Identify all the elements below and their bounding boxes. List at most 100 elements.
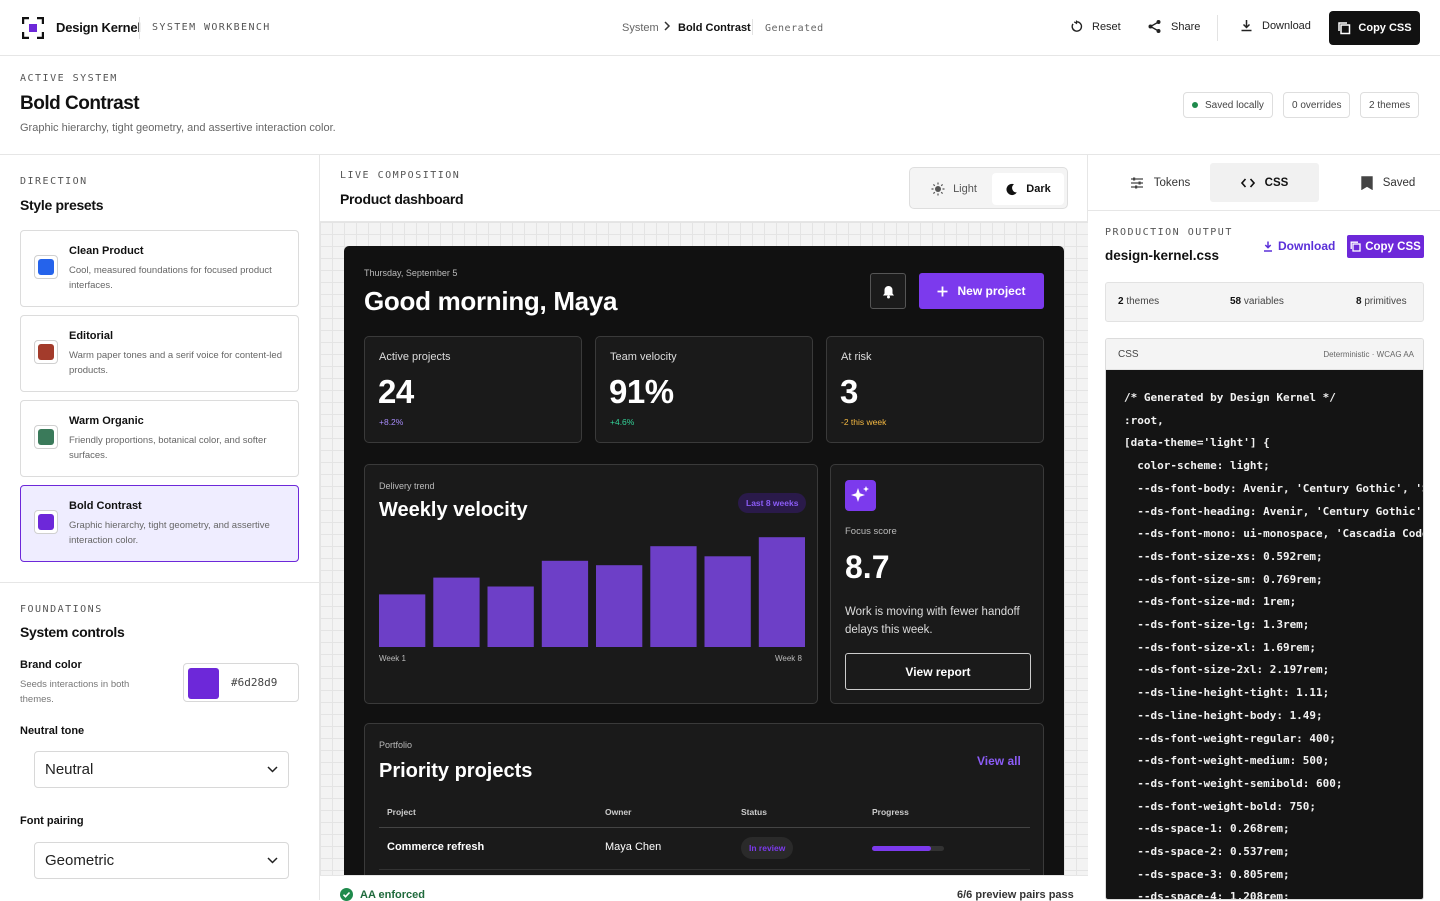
app-brand-name: Design Kernel [56,20,141,35]
code-line: --ds-font-size-2xl: 2.197rem; [1124,663,1330,677]
code-line: --ds-line-height-tight: 1.11; [1124,686,1330,700]
tab-saved-label: Saved [1382,176,1416,189]
preset-name: Editorial [69,330,114,342]
column-header-status[interactable]: Status [741,807,767,817]
code-line: --ds-font-heading: Avenir, 'Century Goth… [1124,504,1424,518]
notifications-button[interactable] [870,273,906,309]
stat-primitives: 8 primitives [1356,296,1407,307]
tab-tokens-label: Tokens [1153,176,1191,189]
preset-card-editorial[interactable]: Editorial Warm paper tones and a serif v… [20,315,299,392]
preset-name: Warm Organic [69,415,144,427]
font-pairing-select[interactable]: Geometric [34,842,289,879]
chart-bar-week-1 [379,594,426,647]
moon-icon [1005,183,1018,196]
copy-css-label: Copy CSS [1358,22,1412,34]
left-panel: DIRECTION Style presets Clean Product Co… [0,155,320,900]
reset-icon [1070,20,1083,33]
preset-color-chip [38,514,54,530]
tab-saved[interactable]: Saved [1338,163,1438,202]
code-line: --ds-font-weight-bold: 750; [1124,799,1317,813]
active-system-kicker: ACTIVE SYSTEM [20,73,118,84]
code-line: --ds-space-3: 0.805rem; [1124,867,1290,881]
breadcrumb-system-link[interactable]: System [622,22,659,34]
divider [1088,210,1440,211]
dashboard-greeting: Good morning, Maya [364,286,618,316]
system-description: Graphic hierarchy, tight geometry, and a… [20,122,336,134]
stat-label: At risk [841,351,872,363]
tab-css[interactable]: CSS [1210,163,1319,202]
generated-status: Generated [765,23,824,34]
share-label: Share [1171,20,1201,33]
range-badge[interactable]: Last 8 weeks [738,493,807,513]
stat-value: 24 [378,373,414,410]
light-theme-option[interactable]: Light [915,173,993,205]
copy-css-output-label: Copy CSS [1365,240,1421,253]
stat-themes: 2 themes [1118,296,1159,307]
bell-icon [882,285,895,299]
top-bar: Design Kernel SYSTEM WORKBENCH System Bo… [0,0,1440,56]
preset-card-clean-product[interactable]: Clean Product Cool, measured foundations… [20,230,299,307]
saved-status-badge: Saved locally [1183,92,1273,118]
design-kernel-logo-icon[interactable] [22,17,44,39]
code-line: --ds-font-size-sm: 0.769rem; [1124,572,1323,586]
preset-card-bold-contrast[interactable]: Bold Contrast Graphic hierarchy, tight g… [20,485,299,562]
neutral-tone-select[interactable]: Neutral [34,751,289,788]
column-header-progress[interactable]: Progress [872,807,909,817]
tab-css-label: CSS [1264,176,1289,189]
focus-score-value: 8.7 [845,549,890,585]
priority-projects-card: Portfolio Priority projects View all Pro… [364,723,1044,875]
chevron-down-icon [267,857,278,864]
stat-variables: 58 variables [1230,296,1284,307]
code-line: --ds-font-weight-semibold: 600; [1124,776,1343,790]
download-css-link[interactable]: Download [1263,239,1335,253]
divider [752,19,753,35]
code-block[interactable]: /* Generated by Design Kernel */:root, [d… [1106,370,1424,899]
view-report-button[interactable]: View report [845,653,1031,690]
new-project-button[interactable]: New project [919,273,1044,309]
font-pairing-label: Font pairing [20,815,84,827]
dark-theme-option[interactable]: Dark [992,173,1064,205]
weekly-velocity-title: Weekly velocity [379,499,528,521]
plus-icon [937,286,948,297]
code-line: --ds-space-1: 0.268rem; [1124,822,1290,836]
sun-icon [931,182,945,196]
light-theme-label: Light [953,183,977,195]
foundations-kicker: FOUNDATIONS [20,604,103,615]
stat-variables-label: variables [1243,296,1284,307]
reset-button[interactable]: Reset [1070,20,1121,33]
preset-description: Cool, measured foundations for focused p… [69,265,272,291]
column-header-owner[interactable]: Owner [605,807,631,817]
preset-swatch [34,340,58,364]
css-code-viewer: CSS Deterministic · WCAG AA /* Generated… [1105,338,1424,900]
brand-color-swatch[interactable] [188,668,219,699]
copy-css-button[interactable]: Copy CSS [1329,11,1420,45]
column-header-project[interactable]: Project [387,807,416,817]
code-line: --ds-font-size-xl: 1.69rem; [1124,640,1317,654]
tab-tokens[interactable]: Tokens [1110,163,1210,202]
view-all-link[interactable]: View all [977,754,1021,768]
dark-theme-label: Dark [1026,183,1051,195]
stat-label: Active projects [379,351,451,363]
sliders-icon [1130,177,1144,189]
preset-card-warm-organic[interactable]: Warm Organic Friendly proportions, botan… [20,400,299,477]
brand-color-hex-input[interactable]: #6d28d9 [231,676,277,689]
brand-color-field[interactable]: #6d28d9 [183,663,299,702]
status-dot-icon [1192,102,1198,108]
weekly-velocity-card: Delivery trend Weekly velocity Last 8 we… [364,464,818,704]
code-line: --ds-font-size-lg: 1.3rem; [1124,618,1310,632]
download-button[interactable]: Download [1240,19,1311,32]
preset-description: Friendly proportions, botanical color, a… [69,435,267,461]
stat-label: Team velocity [610,351,677,363]
download-icon [1263,241,1273,252]
copy-css-output-button[interactable]: Copy CSS [1347,235,1424,258]
code-meta-label: Deterministic · WCAG AA [1323,350,1414,359]
dashboard-preview: Thursday, September 5 Good morning, Maya… [344,246,1064,875]
stat-value: 3 [840,373,858,410]
chart-bar-week-8 [758,537,805,647]
code-line: --ds-font-size-xs: 0.592rem; [1124,549,1323,563]
system-header: ACTIVE SYSTEM Bold Contrast Graphic hier… [0,56,1440,155]
share-button[interactable]: Share [1147,19,1200,34]
project-name-cell[interactable]: Commerce refresh [387,841,484,853]
code-line: --ds-line-height-body: 1.49; [1124,708,1323,722]
share-icon [1147,19,1162,34]
